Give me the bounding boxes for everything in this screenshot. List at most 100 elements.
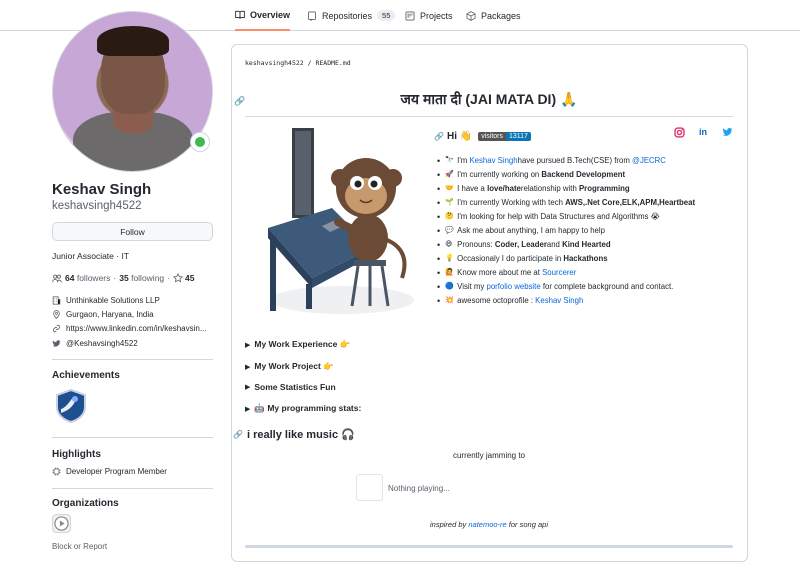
instagram-icon[interactable]	[673, 126, 685, 138]
profile-twitter[interactable]: @Keshavsingh4522	[52, 339, 138, 348]
status-emoji[interactable]	[190, 132, 210, 152]
achievements-title[interactable]: Achievements	[52, 370, 120, 381]
cpu-icon	[52, 467, 61, 476]
bullet-text: I'm looking for help with Data Structure…	[457, 212, 660, 221]
linkedin-icon[interactable]: in	[697, 126, 709, 138]
twitter-icon	[52, 340, 61, 347]
now-playing-text[interactable]: Nothing playing...	[388, 484, 450, 493]
hi-anchor-link-icon[interactable]: 🔗	[434, 132, 444, 141]
bullet-text: I'm currently Working with tech	[457, 198, 563, 207]
inspired-text: for song api	[506, 520, 548, 529]
list-item: 💡Occasionaly I do participate in Hackath…	[437, 252, 737, 266]
breadcrumb: keshavsingh4522 / README.md	[245, 59, 351, 67]
bullet-text: have pursued B.Tech(CSE) from	[517, 156, 630, 165]
visitors-label: visitors	[478, 132, 506, 141]
breadcrumb-separator: /	[303, 59, 316, 67]
details-summary: My Work Experience 👉	[254, 339, 351, 349]
bullet-bold: AWS,.Net Core,ELK,APM,Heartbeat	[565, 198, 696, 207]
website-link[interactable]: https://www.linkedin.com/in/keshavsin...	[66, 324, 207, 333]
breadcrumb-file[interactable]: README.md	[315, 59, 350, 67]
people-icon	[52, 274, 62, 282]
package-icon	[466, 10, 476, 21]
achievement-badge-icon[interactable]	[55, 389, 87, 423]
tab-projects-label: Projects	[420, 10, 453, 21]
profile-location: Gurgaon, Haryana, India	[52, 310, 154, 319]
tab-overview-label: Overview	[250, 9, 291, 20]
hi-heading: 🔗 Hi 👋 visitors 13117	[434, 131, 531, 142]
profile-stats: 64 followers · 35 following · 45	[52, 273, 194, 283]
heading-anchor-link-icon[interactable]: 🔗	[234, 96, 245, 107]
details-summary: 🤖 My programming stats:	[254, 403, 362, 413]
tab-repositories-label: Repositories	[322, 10, 373, 21]
details-programming-stats[interactable]: ▶ 🤖 My programming stats:	[245, 403, 361, 414]
bullet-bold: Backend Development	[541, 170, 626, 179]
bullet-bold: love/hate	[487, 184, 521, 193]
follow-button[interactable]: Follow	[52, 222, 213, 241]
following-count: 35	[119, 273, 129, 283]
profile-name: Keshav Singh	[52, 181, 152, 198]
bullet-emoji-icon: 🔭	[445, 157, 454, 164]
visitors-count: 13117	[505, 132, 531, 141]
octoprofile-link[interactable]: Keshav Singh	[535, 294, 583, 308]
caret-right-icon: ▶	[245, 363, 251, 371]
jecrc-link[interactable]: @JECRC	[632, 154, 666, 168]
bullet-bold: Programming	[578, 184, 630, 193]
profile-website[interactable]: https://www.linkedin.com/in/keshavsin...	[52, 324, 207, 333]
inspired-text: inspired by	[430, 520, 469, 529]
repo-icon	[308, 11, 316, 21]
bullet-text: I'm	[457, 156, 468, 165]
bullet-emoji-icon: 🚀	[445, 171, 454, 178]
stats-separator: ·	[113, 273, 117, 283]
stars-link[interactable]: 45	[173, 273, 194, 283]
details-work-experience[interactable]: ▶ My Work Experience 👉	[245, 339, 350, 350]
heading-divider	[245, 116, 733, 117]
organization-avatar[interactable]	[52, 514, 71, 533]
followers-link[interactable]: 64 followers	[65, 273, 110, 283]
following-link[interactable]: 35 following	[119, 273, 164, 283]
details-statistics[interactable]: ▶ Some Statistics Fun	[245, 382, 336, 392]
highlight-text: Developer Program Member	[66, 467, 167, 476]
horizontal-scrollbar[interactable]	[245, 545, 733, 548]
tab-projects[interactable]: Projects	[405, 0, 453, 31]
natemoo-re-link[interactable]: natemoo-re	[468, 520, 506, 529]
bullet-text: Know more about me at	[457, 268, 540, 277]
avatar[interactable]	[52, 11, 213, 172]
caret-right-icon: ▶	[245, 405, 251, 413]
bullet-text: Occasionaly I do participate in	[457, 254, 562, 263]
following-label: following	[131, 273, 165, 283]
music-anchor-link-icon[interactable]: 🔗	[233, 430, 243, 439]
book-icon	[235, 10, 245, 19]
bullet-emoji-icon: 😄	[445, 241, 453, 248]
stars-count: 45	[185, 273, 195, 283]
list-item: 🔵Visit my porfolio website for complete …	[437, 280, 737, 294]
profile-name-link[interactable]: Keshav Singh	[469, 154, 517, 168]
organizations-title: Organizations	[52, 498, 119, 509]
bullet-emoji-icon: 🌱	[445, 199, 454, 206]
sidebar-divider	[52, 437, 213, 438]
visitors-badge: visitors 13117	[478, 132, 531, 141]
tab-repositories[interactable]: Repositories 55	[307, 0, 396, 31]
breadcrumb-user[interactable]: keshavsingh4522	[245, 59, 304, 67]
bullet-emoji-icon: 💬	[445, 227, 454, 234]
album-art-placeholder[interactable]	[356, 474, 383, 501]
monkey-coding-illustration	[268, 128, 414, 314]
about-list: 🔭I'm Keshav Singh have pursued B.Tech(CS…	[437, 154, 737, 308]
bullet-emoji-icon: 🤔	[445, 213, 454, 220]
bullet-text: for complete background and contact.	[542, 282, 674, 291]
portfolio-link[interactable]: porfolio website	[486, 280, 540, 294]
caret-right-icon: ▶	[245, 384, 251, 391]
twitter-social-icon[interactable]	[721, 126, 733, 138]
sourcerer-link[interactable]: Sourcerer	[542, 266, 576, 280]
details-work-project[interactable]: ▶ My Work Project 👉	[245, 361, 334, 372]
list-item: 💬Ask me about anything, I am happy to he…	[437, 224, 737, 238]
block-or-report-link[interactable]: Block or Report	[52, 542, 107, 551]
tab-overview[interactable]: Overview	[235, 0, 291, 31]
inspired-credit: inspired by natemoo-re for song api	[245, 520, 733, 529]
tab-packages[interactable]: Packages	[466, 0, 521, 31]
list-item: 🔭I'm Keshav Singh have pursued B.Tech(CS…	[437, 154, 737, 168]
tab-packages-label: Packages	[481, 10, 521, 21]
details-summary: My Work Project 👉	[254, 361, 334, 371]
twitter-handle[interactable]: @Keshavsingh4522	[66, 339, 138, 348]
highlight-item: Developer Program Member	[52, 467, 167, 476]
list-item: 🤝I have a love/hate relationship with Pr…	[437, 182, 737, 196]
